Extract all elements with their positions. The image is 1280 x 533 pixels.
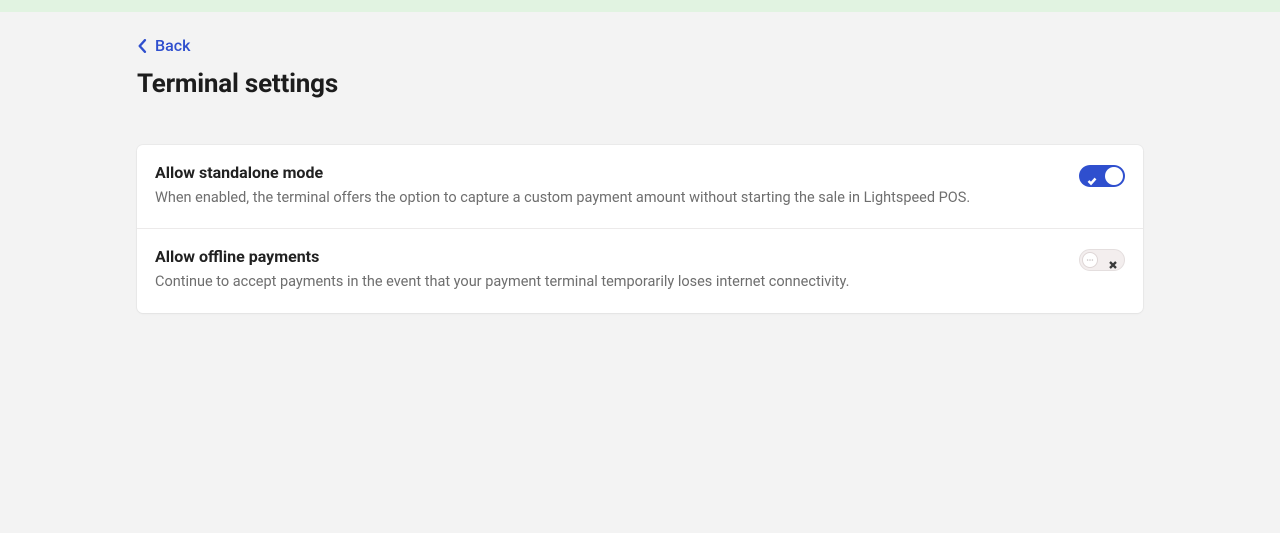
close-icon xyxy=(1108,255,1118,265)
setting-title: Allow standalone mode xyxy=(155,163,1055,182)
page-title: Terminal settings xyxy=(137,69,1143,99)
toggle-knob xyxy=(1082,252,1098,268)
setting-title: Allow offline payments xyxy=(155,247,1055,266)
check-icon xyxy=(1087,171,1097,181)
chevron-left-icon xyxy=(137,39,147,53)
back-link[interactable]: Back xyxy=(137,36,190,55)
top-banner xyxy=(0,0,1280,12)
toggle-offline-payments[interactable] xyxy=(1079,249,1125,271)
setting-text: Allow standalone mode When enabled, the … xyxy=(155,163,1079,208)
setting-description: When enabled, the terminal offers the op… xyxy=(155,188,1055,208)
toggle-knob xyxy=(1105,167,1123,185)
setting-row-standalone-mode: Allow standalone mode When enabled, the … xyxy=(137,145,1143,228)
back-link-label: Back xyxy=(155,36,190,55)
toggle-standalone-mode[interactable] xyxy=(1079,165,1125,187)
settings-container: Back Terminal settings Allow standalone … xyxy=(137,12,1143,313)
setting-description: Continue to accept payments in the event… xyxy=(155,272,1055,292)
setting-row-offline-payments: Allow offline payments Continue to accep… xyxy=(137,228,1143,312)
settings-card: Allow standalone mode When enabled, the … xyxy=(137,145,1143,313)
setting-text: Allow offline payments Continue to accep… xyxy=(155,247,1079,292)
